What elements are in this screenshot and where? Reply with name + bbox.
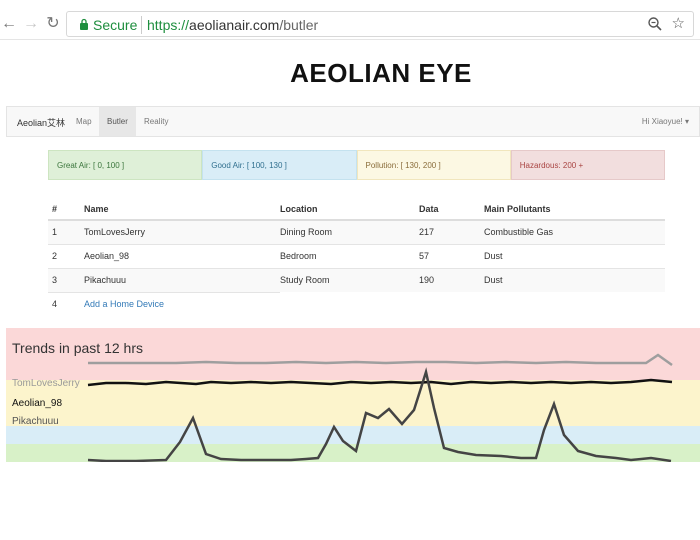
nav-reality[interactable]: Reality	[136, 107, 176, 136]
empty-cell	[484, 292, 665, 316]
header-data: Data	[419, 198, 484, 221]
device-location: Study Room	[280, 267, 419, 292]
row-number: 4	[48, 291, 78, 316]
row-number: 1	[48, 219, 78, 244]
device-pollutant: Dust	[484, 267, 665, 292]
forward-arrow-icon[interactable]: →	[22, 15, 40, 33]
header-location: Location	[280, 198, 419, 221]
table-row[interactable]: 2 Aeolian_98 Bedroom 57 Dust	[48, 243, 665, 268]
table-row[interactable]: 3 Pikachuuu Study Room 190 Dust	[48, 267, 665, 292]
add-device-row: 4 Add a Home Device	[48, 291, 665, 316]
header-number: #	[48, 198, 78, 221]
add-device-cell: Add a Home Device	[78, 291, 280, 316]
device-table: # Name Location Data Main Pollutants 1 T…	[48, 198, 665, 316]
lock-icon	[80, 18, 88, 30]
trends-panel: Trends in past 12 hrs TomLovesJerry Aeol…	[6, 328, 700, 462]
add-device-link[interactable]: Add a Home Device	[84, 299, 164, 309]
address-divider	[141, 16, 142, 34]
zoom-icon[interactable]	[647, 16, 663, 32]
url-path: /butler	[279, 17, 319, 33]
device-name: TomLovesJerry	[78, 219, 280, 244]
trends-title: Trends in past 12 hrs	[12, 340, 143, 356]
device-name: Pikachuuu	[78, 267, 280, 292]
row-number: 3	[48, 267, 78, 292]
address-bar[interactable]: Secure https://aeolianair.com/butler ☆	[66, 11, 694, 37]
reload-icon[interactable]: ↻	[44, 15, 62, 33]
device-data: 57	[419, 243, 484, 268]
browser-toolbar: ← → ↻ Secure https://aeolianair.com/butl…	[0, 10, 700, 40]
back-arrow-icon[interactable]: ←	[0, 15, 18, 33]
series-line-aeolian98	[87, 378, 673, 387]
legend-good-air: Good Air: [ 100, 130 ]	[202, 150, 357, 180]
table-row[interactable]: 1 TomLovesJerry Dining Room 217 Combusti…	[48, 219, 665, 244]
device-data: 217	[419, 219, 484, 244]
device-pollutant: Dust	[484, 243, 665, 268]
nav-map[interactable]: Map	[68, 107, 100, 136]
brand-logo[interactable]: Aeolian艾林	[17, 116, 65, 129]
series-label-tomlovesjerry: TomLovesJerry	[12, 378, 80, 389]
row-number: 2	[48, 243, 78, 268]
navbar: Aeolian艾林 Map Butler Reality Hi Xiaoyue!…	[6, 106, 700, 137]
empty-cell	[419, 292, 484, 316]
device-location: Bedroom	[280, 243, 419, 268]
user-greeting: Hi Xiaoyue!	[641, 117, 683, 126]
device-location: Dining Room	[280, 219, 419, 244]
series-line-pikachuuu	[87, 367, 672, 462]
caret-down-icon: ▾	[684, 117, 689, 126]
url-scheme: https://	[147, 17, 190, 33]
header-name: Name	[78, 198, 280, 221]
legend-hazardous: Hazardous: 200 +	[510, 150, 665, 180]
legend-great-air: Great Air: [ 0, 100 ]	[48, 150, 203, 180]
device-pollutant: Combustible Gas	[484, 219, 665, 244]
url-host: aeolianair.com	[189, 17, 280, 33]
secure-label: Secure	[93, 17, 138, 33]
legend-pollution: Pollution: [ 130, 200 ]	[356, 150, 511, 180]
url-text[interactable]: https://aeolianair.com/butler	[147, 17, 318, 33]
header-pollutants: Main Pollutants	[484, 198, 665, 221]
nav-butler[interactable]: Butler	[99, 107, 136, 136]
series-line-tomlovesjerry	[88, 353, 673, 367]
page-title: AEOLIAN EYE	[290, 58, 472, 88]
air-quality-legend: Great Air: [ 0, 100 ] Good Air: [ 100, 1…	[48, 150, 665, 180]
device-name: Aeolian_98	[78, 243, 280, 268]
bookmark-star-icon[interactable]: ☆	[672, 14, 685, 32]
empty-cell	[280, 292, 419, 316]
user-menu[interactable]: Hi Xiaoyue! ▾	[642, 107, 689, 136]
table-header-row: # Name Location Data Main Pollutants	[48, 198, 665, 221]
series-label-aeolian98: Aeolian_98	[12, 398, 63, 409]
series-label-pikachuuu: Pikachuuu	[12, 416, 59, 427]
device-data: 190	[419, 267, 484, 292]
